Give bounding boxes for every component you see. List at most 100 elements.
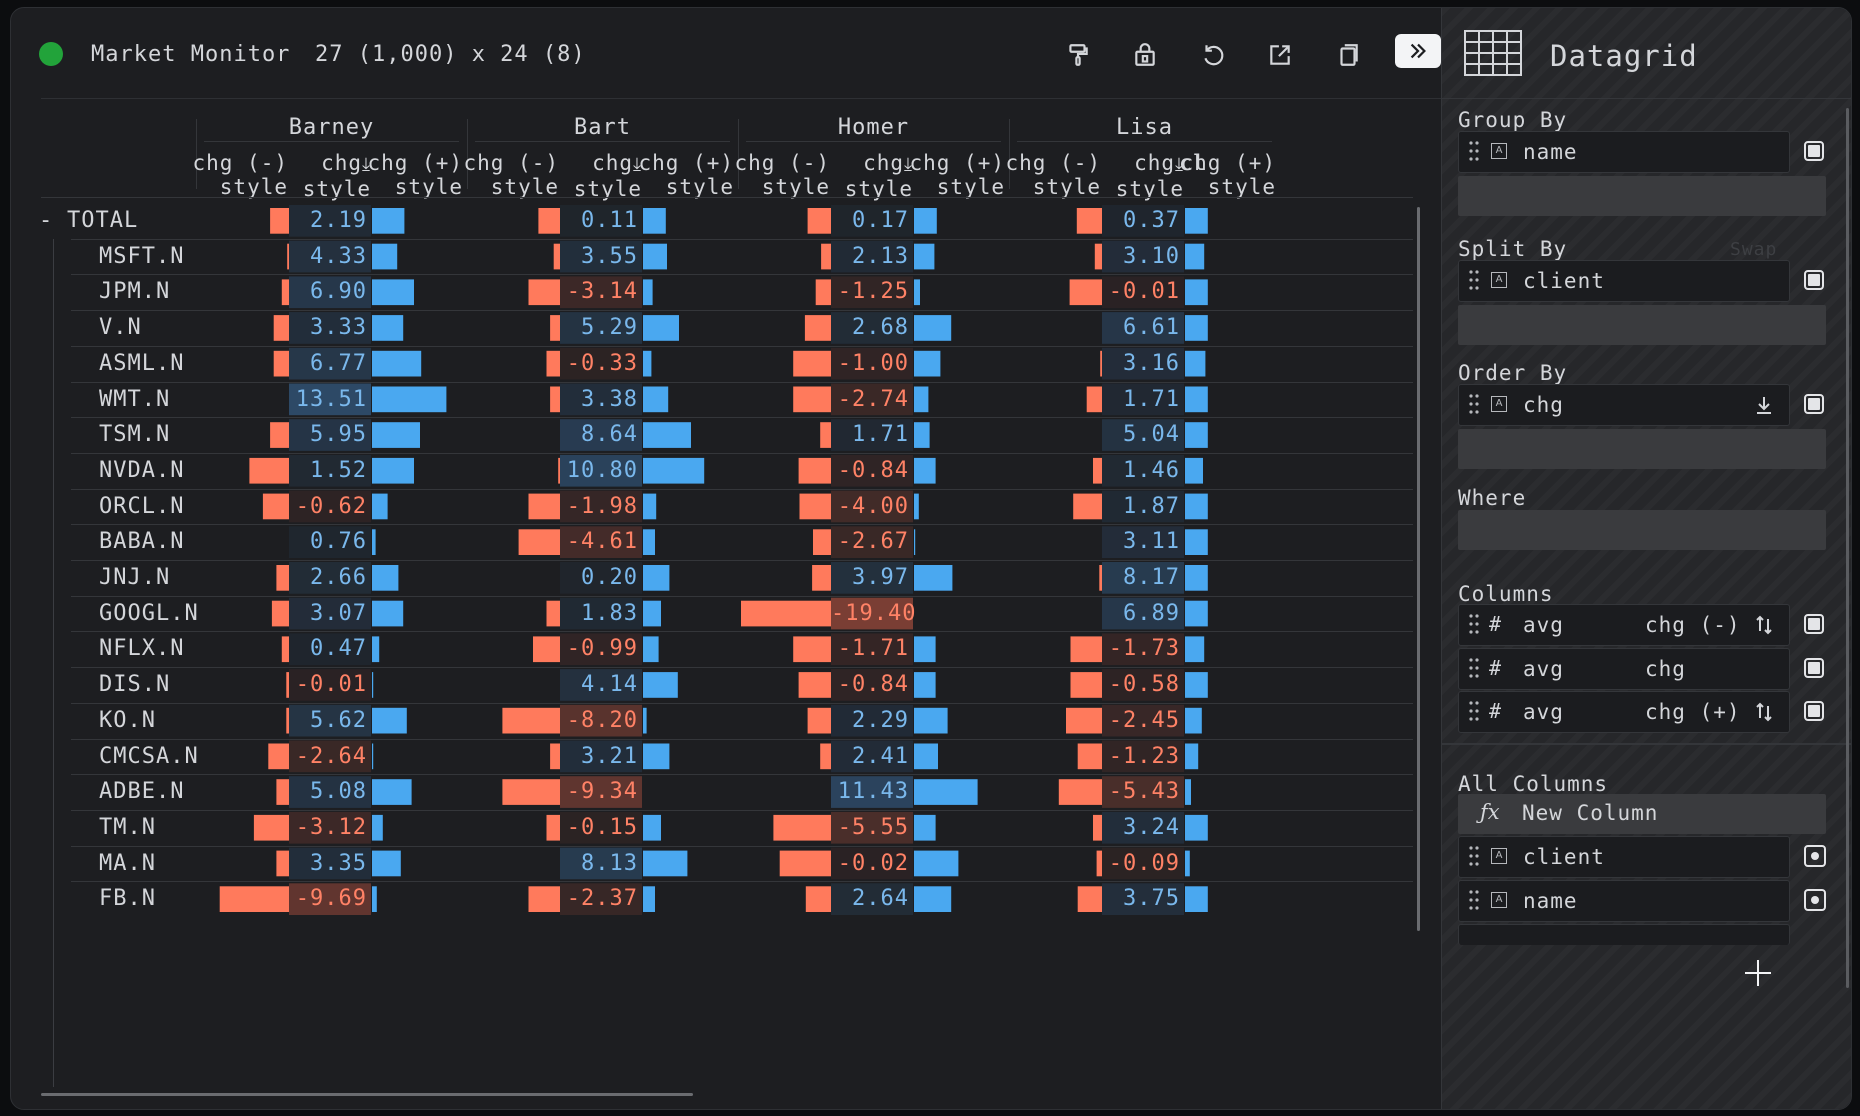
grid-vertical-scrollbar[interactable] bbox=[1417, 207, 1420, 931]
drag-handle-icon[interactable] bbox=[1469, 140, 1479, 162]
datagrid[interactable]: Barney chg (-) style chg⤓ style chg (+) style B… bbox=[11, 99, 1431, 1087]
value-cell[interactable]: 1.52 bbox=[289, 458, 367, 483]
value-cell[interactable]: -0.84 bbox=[831, 672, 909, 697]
split-by-item-client[interactable]: A client bbox=[1458, 260, 1790, 302]
value-cell[interactable]: -3.14 bbox=[560, 279, 638, 304]
value-cell[interactable]: 2.66 bbox=[289, 565, 367, 590]
split-by-checkbox[interactable] bbox=[1804, 270, 1824, 290]
value-cell[interactable]: -1.71 bbox=[831, 636, 909, 661]
order-by-item-chg[interactable]: A chg bbox=[1458, 384, 1790, 426]
value-cell[interactable]: -3.12 bbox=[289, 815, 367, 840]
export-icon[interactable] bbox=[1263, 38, 1297, 72]
new-column-button[interactable]: ƒx New Column bbox=[1458, 794, 1826, 834]
split-by-dropzone[interactable] bbox=[1458, 305, 1826, 345]
grid-horizontal-scrollbar[interactable] bbox=[41, 1093, 693, 1096]
column-header[interactable]: chg (+) style bbox=[353, 151, 463, 199]
value-cell[interactable]: -0.99 bbox=[560, 636, 638, 661]
value-cell[interactable]: -2.64 bbox=[289, 744, 367, 769]
panel-vertical-scrollbar[interactable] bbox=[1846, 108, 1849, 988]
value-cell[interactable]: 1.87 bbox=[1102, 494, 1180, 519]
value-cell[interactable]: -0.58 bbox=[1102, 672, 1180, 697]
value-cell[interactable]: 0.47 bbox=[289, 636, 367, 661]
value-cell[interactable]: 0.76 bbox=[289, 529, 367, 554]
aggregate-select[interactable]: avg bbox=[1523, 700, 1564, 724]
style-settings-icon[interactable] bbox=[1753, 614, 1775, 636]
group-by-checkbox[interactable] bbox=[1804, 141, 1824, 161]
value-cell[interactable]: 3.35 bbox=[289, 851, 367, 876]
value-cell[interactable]: -2.74 bbox=[831, 387, 909, 412]
value-cell[interactable]: 3.07 bbox=[289, 601, 367, 626]
value-cell[interactable]: -0.62 bbox=[289, 494, 367, 519]
value-cell[interactable]: 5.29 bbox=[560, 315, 638, 340]
value-cell[interactable]: -9.69 bbox=[289, 886, 367, 911]
value-cell[interactable]: 0.37 bbox=[1102, 208, 1180, 233]
value-cell[interactable]: 2.68 bbox=[831, 315, 909, 340]
aggregate-select[interactable]: avg bbox=[1523, 657, 1564, 681]
value-cell[interactable]: 8.17 bbox=[1102, 565, 1180, 590]
value-cell[interactable]: 3.97 bbox=[831, 565, 909, 590]
value-cell[interactable]: 3.55 bbox=[560, 244, 638, 269]
column-item-chg-pos[interactable]: # avg chg (+) bbox=[1458, 691, 1790, 733]
value-cell[interactable]: 2.13 bbox=[831, 244, 909, 269]
value-cell[interactable]: -0.09 bbox=[1102, 851, 1180, 876]
value-cell[interactable]: -4.61 bbox=[560, 529, 638, 554]
value-cell[interactable]: 4.33 bbox=[289, 244, 367, 269]
collapse-toggle[interactable]: - bbox=[39, 208, 52, 233]
value-cell[interactable]: -0.84 bbox=[831, 458, 909, 483]
reset-icon[interactable] bbox=[1196, 38, 1230, 72]
value-cell[interactable]: -1.73 bbox=[1102, 636, 1180, 661]
all-column-item-name[interactable]: A name bbox=[1458, 880, 1790, 922]
drag-handle-icon[interactable] bbox=[1469, 269, 1479, 291]
value-cell[interactable]: 2.29 bbox=[831, 708, 909, 733]
value-cell[interactable]: -0.15 bbox=[560, 815, 638, 840]
group-by-item-name[interactable]: A name bbox=[1458, 131, 1790, 173]
add-column-toggle[interactable] bbox=[1804, 889, 1826, 911]
double-chevron-right-icon[interactable] bbox=[1395, 34, 1441, 68]
value-cell[interactable]: -1.25 bbox=[831, 279, 909, 304]
style-settings-icon[interactable] bbox=[1753, 701, 1775, 723]
all-column-item-client[interactable]: A client bbox=[1458, 836, 1790, 878]
value-cell[interactable]: -2.67 bbox=[831, 529, 909, 554]
value-cell[interactable]: 5.08 bbox=[289, 779, 367, 804]
value-cell[interactable]: -5.55 bbox=[831, 815, 909, 840]
paint-format-icon[interactable] bbox=[1061, 38, 1095, 72]
value-cell[interactable]: -0.02 bbox=[831, 851, 909, 876]
column-item-chg-neg[interactable]: # avg chg (-) bbox=[1458, 604, 1790, 646]
value-cell[interactable]: 3.38 bbox=[560, 387, 638, 412]
swap-button[interactable]: Swap bbox=[1730, 239, 1777, 260]
column-checkbox-chg-pos[interactable] bbox=[1804, 701, 1824, 721]
value-cell[interactable]: -9.34 bbox=[560, 779, 638, 804]
value-cell[interactable]: 2.41 bbox=[831, 744, 909, 769]
column-checkbox-chg-neg[interactable] bbox=[1804, 614, 1824, 634]
drag-handle-icon[interactable] bbox=[1469, 889, 1479, 911]
value-cell[interactable]: 1.71 bbox=[1102, 387, 1180, 412]
drag-handle-icon[interactable] bbox=[1469, 700, 1479, 722]
value-cell[interactable]: 6.61 bbox=[1102, 315, 1180, 340]
value-cell[interactable]: -4.00 bbox=[831, 494, 909, 519]
column-header-cut[interactable]: cl bbox=[1179, 151, 1219, 175]
value-cell[interactable]: 6.90 bbox=[289, 279, 367, 304]
order-by-dropzone[interactable] bbox=[1458, 429, 1826, 469]
value-cell[interactable]: 11.43 bbox=[831, 779, 909, 804]
value-cell[interactable]: 3.21 bbox=[560, 744, 638, 769]
column-item-chg[interactable]: # avg chg bbox=[1458, 648, 1790, 690]
value-cell[interactable]: -1.23 bbox=[1102, 744, 1180, 769]
aggregate-select[interactable]: avg bbox=[1523, 613, 1564, 637]
value-cell[interactable]: 3.10 bbox=[1102, 244, 1180, 269]
value-cell[interactable]: 5.04 bbox=[1102, 422, 1180, 447]
value-cell[interactable]: -0.01 bbox=[1102, 279, 1180, 304]
group-by-dropzone[interactable] bbox=[1458, 176, 1826, 216]
value-cell[interactable]: -2.45 bbox=[1102, 708, 1180, 733]
value-cell[interactable]: -8.20 bbox=[560, 708, 638, 733]
value-cell[interactable]: 3.24 bbox=[1102, 815, 1180, 840]
drag-handle-icon[interactable] bbox=[1469, 845, 1479, 867]
value-cell[interactable]: -19.40 bbox=[831, 601, 915, 626]
value-cell[interactable]: 3.11 bbox=[1102, 529, 1180, 554]
value-cell[interactable]: 8.64 bbox=[560, 422, 638, 447]
value-cell[interactable]: 2.64 bbox=[831, 886, 909, 911]
value-cell[interactable]: -1.98 bbox=[560, 494, 638, 519]
add-column-toggle[interactable] bbox=[1804, 845, 1826, 867]
value-cell[interactable]: 0.20 bbox=[560, 565, 638, 590]
value-cell[interactable]: 1.71 bbox=[831, 422, 909, 447]
value-cell[interactable]: 5.62 bbox=[289, 708, 367, 733]
